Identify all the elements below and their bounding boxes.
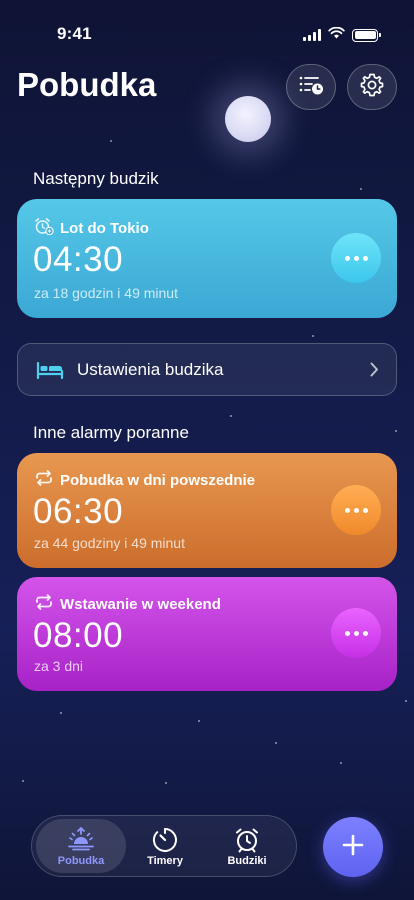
alarm-countdown: za 44 godziny i 49 minut xyxy=(34,535,185,551)
alarm-countdown: za 18 godzin i 49 minut xyxy=(34,285,178,301)
alarm-time: 06:30 xyxy=(33,492,124,531)
alarm-label-text: Lot do Tokio xyxy=(60,219,149,237)
alarm-settings-label: Ustawienia budzika xyxy=(77,360,224,379)
alarm-card[interactable]: Wstawanie w weekend 08:00 za 3 dni xyxy=(17,577,397,691)
status-time: 9:41 xyxy=(57,24,92,43)
moon-illustration xyxy=(225,96,271,142)
settings-button[interactable] xyxy=(347,64,397,110)
battery-icon xyxy=(352,28,381,42)
dot-icon xyxy=(344,507,350,513)
add-alarm-button[interactable] xyxy=(323,817,383,877)
bed-icon xyxy=(36,360,64,385)
tab-label: Timery xyxy=(147,855,183,867)
alarm-settings-row[interactable]: Ustawienia budzika xyxy=(17,343,397,396)
other-alarms-section-title: Inne alarmy poranne xyxy=(33,423,189,442)
tab-pobudka[interactable]: Pobudka xyxy=(36,819,126,873)
next-alarm-card[interactable]: Lot do Tokio 04:30 za 18 godzin i 49 min… xyxy=(17,199,397,318)
next-alarm-section-title: Następny budzik xyxy=(33,169,159,188)
alarm-plus-icon xyxy=(34,217,54,239)
alarm-clock-icon xyxy=(202,827,292,853)
alarm-label: Pobudka w dni powszednie xyxy=(34,470,255,490)
chevron-right-icon xyxy=(370,362,379,382)
status-icons xyxy=(303,26,381,44)
dot-icon xyxy=(353,507,359,513)
dot-icon xyxy=(362,630,368,636)
dot-icon xyxy=(353,255,359,261)
repeat-icon xyxy=(34,594,54,614)
dot-icon xyxy=(362,255,368,261)
repeat-icon xyxy=(34,470,54,490)
timer-icon xyxy=(120,827,210,853)
alarm-label: Wstawanie w weekend xyxy=(34,594,221,614)
tab-label: Budziki xyxy=(227,855,267,867)
alarm-list-button[interactable] xyxy=(286,64,336,110)
dot-icon xyxy=(362,507,368,513)
alarm-time: 04:30 xyxy=(33,240,124,279)
sunrise-icon xyxy=(36,827,126,851)
tab-budziki[interactable]: Budziki xyxy=(202,819,292,873)
signal-icon xyxy=(303,29,321,41)
plus-icon xyxy=(342,834,364,861)
alarm-label: Lot do Tokio xyxy=(34,217,149,239)
alarm-countdown: za 3 dni xyxy=(34,658,84,674)
dot-icon xyxy=(344,630,350,636)
dot-icon xyxy=(353,630,359,636)
page-title: Pobudka xyxy=(17,66,157,103)
tab-label: Pobudka xyxy=(57,855,105,867)
alarm-label-text: Pobudka w dni powszednie xyxy=(60,471,256,489)
more-options-button[interactable] xyxy=(331,233,381,283)
tab-timery[interactable]: Timery xyxy=(120,819,210,873)
alarm-card[interactable]: Pobudka w dni powszednie 06:30 za 44 god… xyxy=(17,453,397,568)
dot-icon xyxy=(344,255,350,261)
wifi-icon xyxy=(328,26,345,44)
more-options-button[interactable] xyxy=(331,608,381,658)
gear-icon xyxy=(359,72,385,103)
status-bar: 9:41 xyxy=(0,0,414,50)
alarm-label-text: Wstawanie w weekend xyxy=(60,595,221,613)
tab-bar: Pobudka Timery Budziki xyxy=(31,815,297,877)
more-options-button[interactable] xyxy=(331,485,381,535)
alarm-time: 08:00 xyxy=(33,616,124,655)
list-clock-icon xyxy=(298,74,324,101)
